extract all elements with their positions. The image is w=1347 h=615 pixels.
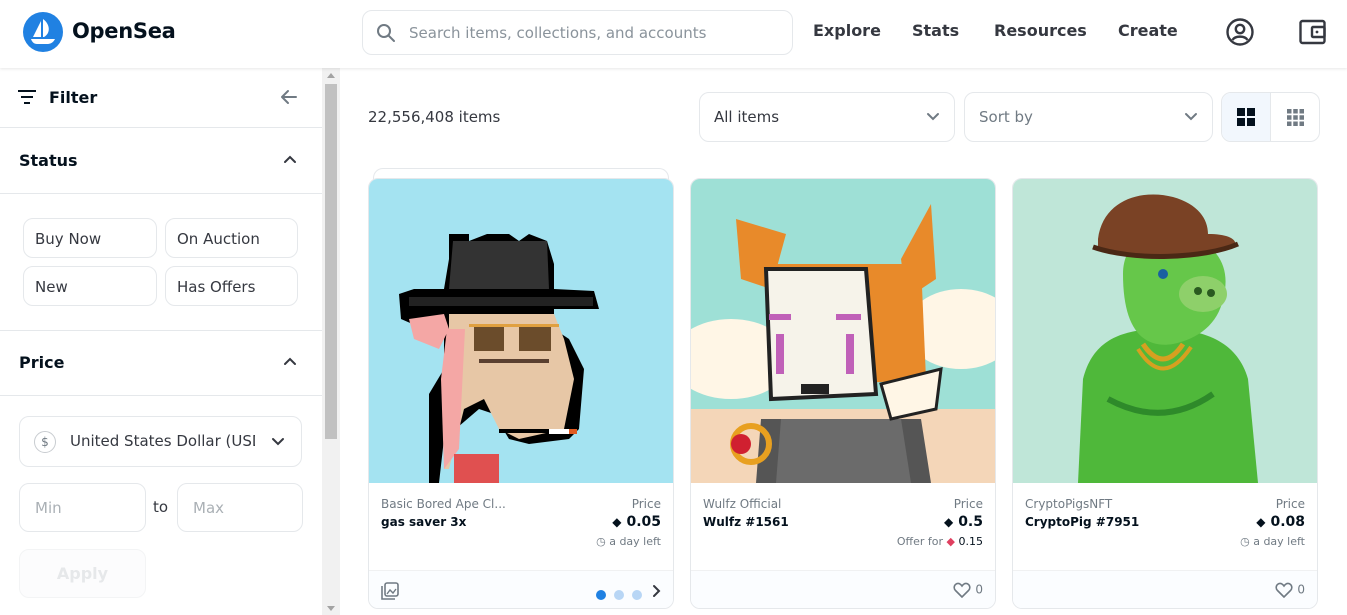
search-input[interactable] [409,22,779,44]
filter-title: Filter [49,88,98,107]
nft-card[interactable]: Wulfz Official Wulfz #1561 Price ◆ 0.5 Of… [690,178,996,609]
items-filter-dropdown[interactable]: All items [699,92,955,142]
nft-image-cryptopig[interactable] [1013,179,1317,483]
price-label: Price [953,497,983,511]
time-left: ◷ a day left [1240,535,1305,548]
scroll-down-arrow-icon[interactable] [327,606,335,611]
large-grid-button[interactable] [1222,93,1271,141]
nav-resources[interactable]: Resources [994,21,1087,40]
favorite-count[interactable]: 0 [953,582,983,599]
status-chip-has-offers[interactable]: Has Offers [165,266,298,306]
price-value: ◆ 0.08 [1256,514,1305,530]
view-toggle [1221,92,1320,142]
scrollbar-thumb[interactable] [325,84,337,439]
carousel-dot[interactable] [632,590,643,600]
filter-sidebar: Filter Status Buy Now On Auction New Has… [0,68,322,615]
chevron-up-icon[interactable] [283,154,297,164]
chevron-up-icon[interactable] [283,356,297,366]
card-footer: 0 [691,570,995,608]
collection-name[interactable]: Basic Bored Ape Cl... [381,497,506,511]
weth-icon: ◆ [946,535,955,548]
favorite-count[interactable]: 0 [1275,582,1305,599]
nft-card[interactable]: CryptoPigsNFT CryptoPig #7951 Price ◆ 0.0… [1012,178,1318,609]
eth-icon: ◆ [1256,515,1266,529]
chevron-down-icon [272,438,284,446]
small-grid-icon [1287,109,1304,126]
nft-image-bored-ape[interactable] [369,179,673,483]
price-value: ◆ 0.5 [943,514,983,530]
items-filter-value: All items [714,108,780,126]
divider [0,330,322,331]
nft-name[interactable]: Wulfz #1561 [703,515,789,529]
card-footer [369,570,673,608]
currency-select[interactable]: $ United States Dollar (USD) [19,416,302,467]
search-bar[interactable] [362,10,793,55]
status-section-title[interactable]: Status [19,151,78,170]
status-chip-new[interactable]: New [23,266,157,306]
sort-dropdown[interactable]: Sort by [964,92,1213,142]
top-navigation-bar: OpenSea Explore Stats Resources Create [0,0,1347,68]
status-chip-on-auction[interactable]: On Auction [165,218,298,258]
sidebar-scrollbar[interactable] [322,68,340,615]
collection-name[interactable]: CryptoPigsNFT [1025,497,1112,511]
time-left: ◷ a day left [596,535,661,548]
nft-card[interactable]: Basic Bored Ape Cl... gas saver 3x Price… [368,178,674,609]
filter-icon [18,90,36,104]
price-section-title[interactable]: Price [19,353,64,372]
status-chip-buy-now[interactable]: Buy Now [23,218,157,258]
nav-explore[interactable]: Explore [813,21,881,40]
nft-name[interactable]: gas saver 3x [381,515,466,529]
price-label: Price [1275,497,1305,511]
clock-icon: ◷ [596,535,610,548]
nav-create[interactable]: Create [1118,21,1178,40]
price-value: ◆ 0.05 [612,514,661,530]
eth-icon: ◆ [943,515,954,529]
nav-stats[interactable]: Stats [912,21,959,40]
chevron-right-icon[interactable] [652,584,662,598]
divider [0,395,322,396]
currency-value: United States Dollar (USD) [70,432,255,450]
carousel-dots[interactable] [596,585,645,604]
price-max-input[interactable] [177,483,303,532]
clock-icon: ◷ [1240,535,1254,548]
dollar-icon: $ [34,431,56,453]
nft-name[interactable]: CryptoPig #7951 [1025,515,1139,529]
heart-icon[interactable] [1275,582,1293,599]
collection-name[interactable]: Wulfz Official [703,497,781,511]
small-grid-button[interactable] [1272,93,1319,141]
scroll-up-arrow-icon[interactable] [327,73,335,78]
carousel-dot-active[interactable] [596,590,606,600]
chevron-down-icon [927,113,939,121]
chevron-down-icon [1185,113,1197,121]
item-count: 22,556,408 items [368,108,501,126]
collapse-arrow-icon[interactable] [280,88,298,106]
price-label: Price [631,497,661,511]
gallery-icon[interactable] [381,582,399,600]
offer-info: Offer for ◆ 0.15 [896,535,983,548]
opensea-logo-icon[interactable] [23,12,63,52]
account-icon[interactable] [1225,17,1255,47]
brand-name[interactable]: OpenSea [72,19,176,43]
wallet-icon[interactable] [1298,17,1328,47]
divider [0,127,322,128]
sort-value: Sort by [979,108,1033,126]
apply-button[interactable]: Apply [19,549,146,598]
price-min-input[interactable] [19,483,146,532]
divider [0,193,322,194]
items-grid-area: 22,556,408 items All items Sort by Basic… [340,68,1347,615]
price-to-label: to [153,498,169,516]
large-grid-icon [1237,108,1255,126]
search-icon [377,24,395,42]
heart-icon[interactable] [953,582,971,599]
nft-image-wulfz[interactable] [691,179,995,483]
card-footer: 0 [1013,570,1317,608]
eth-icon: ◆ [612,515,622,529]
carousel-dot[interactable] [614,590,625,600]
